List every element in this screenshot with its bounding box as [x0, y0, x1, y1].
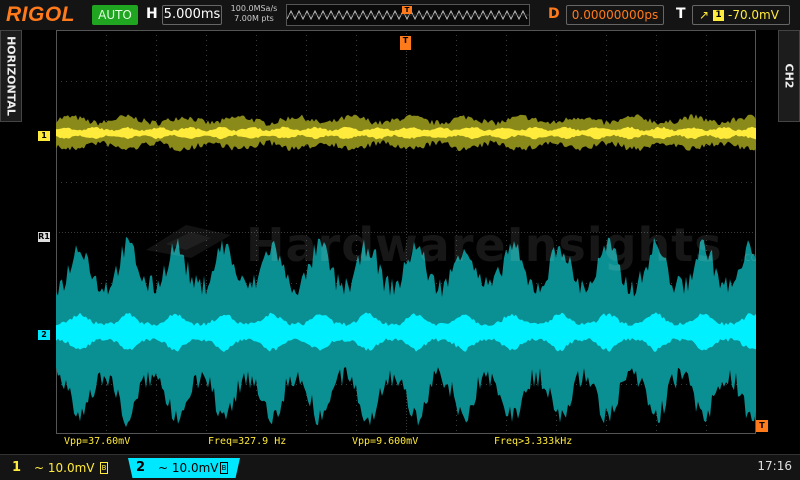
watermark-text: HardwareInsights — [246, 218, 723, 272]
trigger-settings-readout[interactable]: ↗ 1 -70.0mV — [692, 5, 790, 25]
watermark-suffix: .com — [740, 250, 756, 264]
sample-rate: 100.0MSa/s — [230, 4, 278, 13]
brand-logo: RIGOL — [6, 3, 75, 26]
ch1-number: 1 — [12, 460, 22, 475]
trigger-position-marker[interactable]: T — [400, 36, 411, 50]
measurement-ch2-freq: Freq>3.333kHz — [494, 436, 573, 447]
watermark-logo — [146, 225, 231, 258]
ch2-scale: ~ 10.0mV — [158, 461, 219, 475]
memory-trigger-marker: T — [402, 6, 412, 14]
ref-r1-marker[interactable]: R1 — [38, 232, 50, 242]
memory-overview-bar[interactable]: T — [286, 4, 530, 26]
ch2-offset-marker[interactable]: 2 — [38, 330, 50, 340]
horizontal-tab-label: HORIZONTAL — [4, 36, 18, 116]
acquisition-info: 100.0MSa/s 7.00M pts — [228, 4, 280, 24]
bottom-channel-bar: 1 ~ 10.0mV B 2 ~ 10.0mV B 17:16 — [0, 454, 800, 480]
horizontal-menu-tab[interactable]: HORIZONTAL — [0, 30, 22, 122]
delay-label: D — [548, 6, 560, 22]
ch2-menu-tab[interactable]: CH2 — [778, 30, 800, 122]
top-status-bar: RIGOL AUTO H 5.000ms 100.0MSa/s 7.00M pt… — [0, 0, 800, 30]
ch1-offset-marker[interactable]: 1 — [38, 131, 50, 141]
measurement-ch1-freq: Freq=327.9 Hz — [208, 436, 287, 447]
ch2-button[interactable]: 2 ~ 10.0mV B — [128, 458, 240, 478]
trigger-source-badge: 1 — [713, 10, 724, 21]
timebase-readout[interactable]: 5.000ms — [162, 5, 222, 25]
trigger-delay-readout[interactable]: 0.00000000ps — [566, 5, 664, 25]
ch2-tab-label: CH2 — [782, 63, 796, 89]
measurement-ch1-vpp: Vpp=37.60mV — [64, 436, 131, 447]
measurement-bar: Vpp=37.60mV Freq=327.9 Hz Vpp=9.600mV Fr… — [56, 436, 756, 450]
trigger-level-value: -70.0mV — [728, 8, 779, 22]
system-clock: 17:16 — [757, 459, 792, 473]
trigger-level-marker[interactable]: T — [756, 420, 768, 432]
bandwidth-limit-icon: B — [100, 462, 108, 474]
measurement-ch2-vpp: Vpp=9.600mV — [352, 436, 419, 447]
ch2-number: 2 — [136, 460, 146, 475]
rising-edge-icon: ↗ — [699, 8, 710, 22]
run-mode-badge[interactable]: AUTO — [92, 5, 138, 25]
bandwidth-limit-icon: B — [220, 462, 228, 474]
trigger-label: T — [676, 6, 686, 22]
ch1-button[interactable]: 1 ~ 10.0mV B — [4, 458, 122, 478]
ch1-scale: ~ 10.0mV — [34, 461, 95, 475]
memory-depth: 7.00M pts — [234, 14, 274, 23]
horizontal-label: H — [146, 6, 158, 22]
waveform-display[interactable]: HardwareInsights .com — [56, 30, 756, 434]
